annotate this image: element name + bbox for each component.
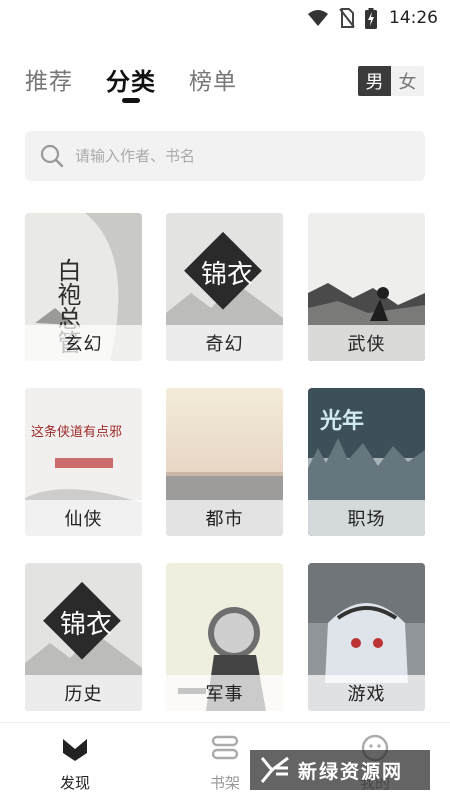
category-label-bar: 玄幻 xyxy=(25,325,142,361)
category-card-dushi[interactable]: 都市 xyxy=(166,388,283,536)
cover-title-text: 这条侠道有点邪 xyxy=(31,424,122,440)
category-label-bar: 游戏 xyxy=(308,675,425,711)
category-card-junshi[interactable]: 军事 xyxy=(166,563,283,711)
search-input[interactable] xyxy=(75,131,405,181)
category-label: 游戏 xyxy=(347,684,386,705)
category-label: 历史 xyxy=(64,684,103,705)
category-label-bar: 职场 xyxy=(308,500,425,536)
tab-ranking[interactable]: 榜单 xyxy=(189,62,237,96)
tab-recommend[interactable]: 推荐 xyxy=(25,62,73,96)
status-bar: 14:26 xyxy=(0,0,450,36)
category-label: 职场 xyxy=(347,509,386,530)
gender-male-button[interactable]: 男 xyxy=(358,66,391,96)
category-label-bar: 历史 xyxy=(25,675,142,711)
discover-icon xyxy=(63,739,87,761)
category-label-bar: 奇幻 xyxy=(166,325,283,361)
category-label: 军事 xyxy=(205,684,244,705)
category-label-bar: 都市 xyxy=(166,500,283,536)
category-card-xuanhuan[interactable]: 白袍总管 玄幻 xyxy=(25,213,142,361)
category-label-bar: 军事 xyxy=(166,675,283,711)
status-icons: 14:26 xyxy=(307,6,438,30)
category-label: 都市 xyxy=(205,509,244,530)
battery-charging-icon xyxy=(365,7,377,29)
category-card-xianxia[interactable]: 这条侠道有点邪 仙侠 xyxy=(25,388,142,536)
bookshelf-icon xyxy=(211,735,239,760)
status-time: 14:26 xyxy=(389,8,438,28)
search-icon xyxy=(40,144,64,168)
active-tab-indicator xyxy=(122,98,140,103)
tab-category[interactable]: 分类 xyxy=(106,62,156,97)
wifi-icon xyxy=(308,10,328,26)
category-card-qihuan[interactable]: 锦衣 奇幻 xyxy=(166,213,283,361)
gender-female-button[interactable]: 女 xyxy=(391,66,424,96)
no-sim-icon xyxy=(339,8,355,28)
cover-title-text: 锦衣 xyxy=(201,260,253,290)
watermark-logo-icon xyxy=(260,756,289,783)
category-card-youxi[interactable]: 游戏 xyxy=(308,563,425,711)
cover-title-text: 锦衣 xyxy=(60,610,112,640)
category-card-wuxia[interactable]: 武侠 xyxy=(308,213,425,361)
category-card-lishi[interactable]: 锦衣 历史 xyxy=(25,563,142,711)
category-label-bar: 仙侠 xyxy=(25,500,142,536)
category-label: 玄幻 xyxy=(64,334,103,355)
bottom-nav-discover[interactable]: 发现 xyxy=(30,723,120,800)
cover-title-text: 光年 xyxy=(319,408,364,434)
bottom-nav-label: 发现 xyxy=(59,774,90,792)
gender-toggle: 男 女 xyxy=(358,66,424,96)
search-box[interactable] xyxy=(25,131,425,181)
watermark-text: 新绿资源网 xyxy=(298,760,404,783)
category-card-zhichang[interactable]: 光年 职场 xyxy=(308,388,425,536)
category-label: 仙侠 xyxy=(64,509,103,530)
category-label: 奇幻 xyxy=(205,334,244,355)
category-label-bar: 武侠 xyxy=(308,325,425,361)
watermark: 新绿资源网 xyxy=(250,750,430,790)
category-label: 武侠 xyxy=(347,334,386,355)
